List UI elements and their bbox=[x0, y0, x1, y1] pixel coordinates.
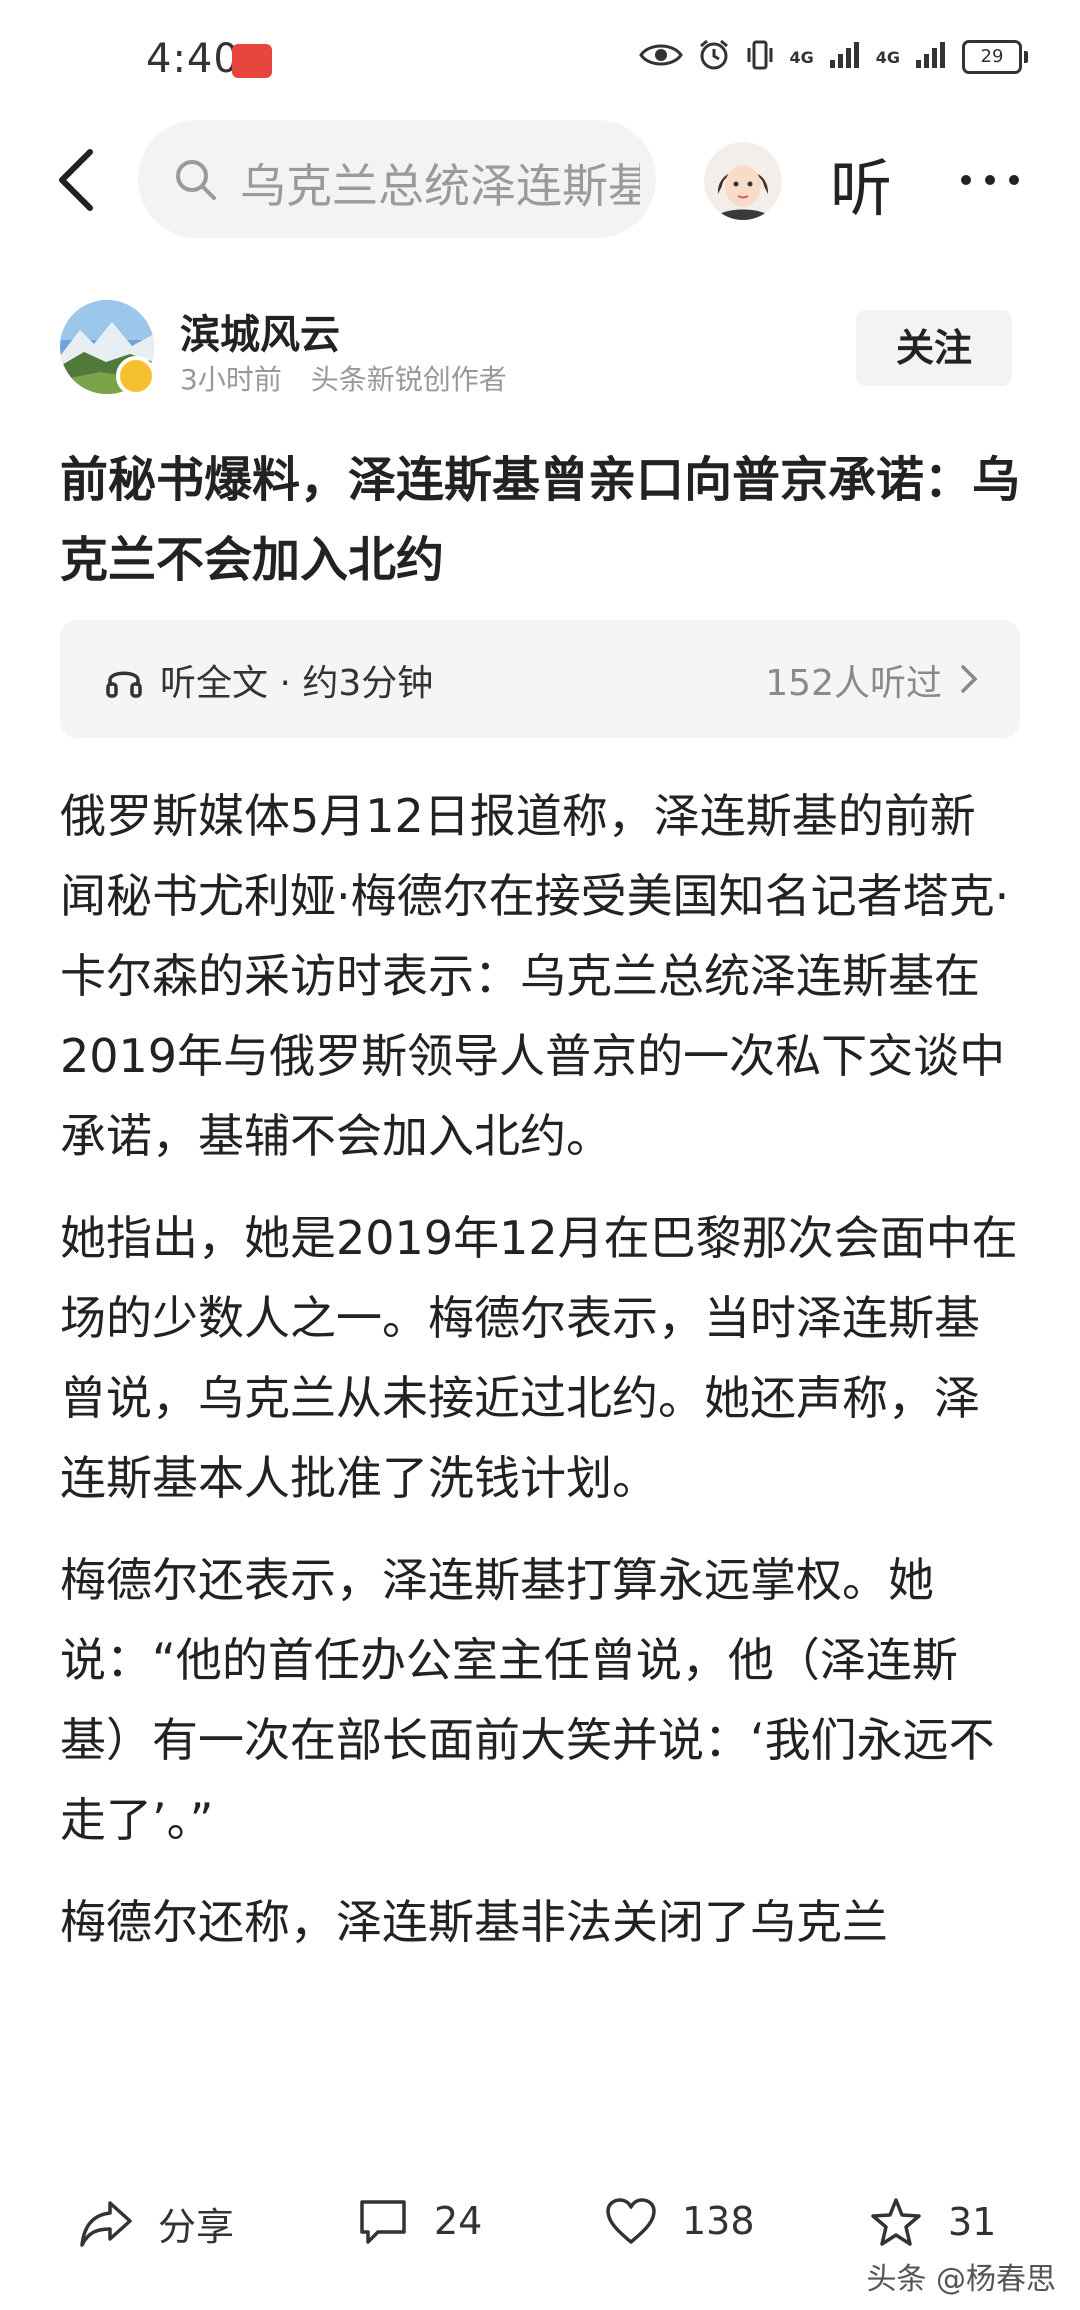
eye-comfort-icon bbox=[639, 41, 684, 73]
author-name[interactable]: 滨城风云 bbox=[180, 302, 340, 360]
top-nav: 乌克兰总统泽连斯基 听 bbox=[0, 118, 1080, 242]
search-query-text: 乌克兰总统泽连斯基 bbox=[240, 159, 640, 213]
article-body: 俄罗斯媒体5月12日报道称，泽连斯基的前新闻秘书尤利娅·梅德尔在接受美国知名记者… bbox=[60, 776, 1020, 1984]
like-count: 138 bbox=[682, 2199, 755, 2243]
status-icons: 4G 4G 29 bbox=[639, 38, 1028, 76]
user-avatar[interactable] bbox=[704, 142, 782, 220]
battery-icon: 29 bbox=[962, 40, 1028, 74]
app-notification-icon bbox=[232, 44, 272, 78]
headphone-icon bbox=[104, 660, 144, 704]
article-paragraph: 俄罗斯媒体5月12日报道称，泽连斯基的前新闻秘书尤利娅·梅德尔在接受美国知名记者… bbox=[60, 789, 1010, 1163]
back-arrow-icon bbox=[59, 149, 93, 211]
favorite-count: 31 bbox=[948, 2200, 997, 2244]
vibrate-icon bbox=[745, 38, 775, 76]
comment-count: 24 bbox=[434, 2199, 483, 2243]
favorite-button[interactable]: 31 bbox=[868, 2196, 996, 2248]
author-row: 滨城风云 3小时前 头条新锐创作者 关注 bbox=[60, 300, 1020, 400]
bottom-action-bar: 分享 24 138 31 头条 @杨春思 bbox=[0, 2160, 1080, 2310]
status-bar: 4:40 4G 4G 29 bbox=[0, 0, 1080, 120]
share-label: 分享 bbox=[158, 2205, 235, 2249]
search-icon bbox=[172, 156, 218, 206]
network-type-label-2: 4G bbox=[875, 47, 900, 67]
more-icon[interactable] bbox=[950, 140, 1030, 220]
article-paragraph: 她指出，她是2019年12月在巴黎那次会面中在场的少数人之一。梅德尔表示，当时泽… bbox=[60, 1211, 1018, 1505]
article-title: 前秘书爆料，泽连斯基曾亲口向普京承诺：乌克兰不会加入北约 bbox=[60, 452, 1021, 588]
heart-icon bbox=[606, 2198, 656, 2244]
status-time: 4:40 bbox=[146, 36, 240, 82]
share-icon bbox=[80, 2200, 132, 2247]
signal-icon bbox=[828, 40, 862, 74]
post-time: 3小时前 bbox=[180, 363, 282, 396]
watermark: 头条 @杨春思 bbox=[866, 2262, 1056, 2297]
alarm-icon bbox=[697, 38, 731, 76]
comment-icon bbox=[360, 2200, 406, 2244]
article-paragraph: 梅德尔还称，泽连斯基非法关闭了乌克兰 bbox=[60, 1895, 888, 1949]
like-button[interactable]: 138 bbox=[604, 2196, 755, 2246]
network-type-label: 4G bbox=[789, 47, 814, 67]
listen-full-text-label: 听全文 · 约3分钟 bbox=[160, 663, 434, 704]
share-button[interactable]: 分享 bbox=[78, 2196, 234, 2251]
listen-full-text-bar[interactable]: 听全文 · 约3分钟 152人听过 bbox=[60, 620, 1020, 738]
signal-icon-2 bbox=[914, 40, 948, 74]
listen-button[interactable]: 听 bbox=[830, 138, 892, 228]
creator-badge-icon bbox=[116, 356, 156, 396]
follow-button[interactable]: 关注 bbox=[856, 310, 1012, 386]
article-paragraph: 梅德尔还表示，泽连斯基打算永远掌权。她说：“他的首任办公室主任曾说，他（泽连斯基… bbox=[60, 1553, 995, 1847]
author-meta: 3小时前 头条新锐创作者 bbox=[180, 358, 507, 398]
comment-button[interactable]: 24 bbox=[356, 2196, 482, 2246]
star-icon bbox=[871, 2198, 921, 2246]
author-role: 头条新锐创作者 bbox=[310, 363, 507, 396]
back-button[interactable] bbox=[44, 144, 116, 216]
search-bar[interactable]: 乌克兰总统泽连斯基 bbox=[138, 120, 656, 238]
chevron-right-icon bbox=[960, 664, 978, 698]
listener-count: 152人听过 bbox=[765, 663, 942, 704]
